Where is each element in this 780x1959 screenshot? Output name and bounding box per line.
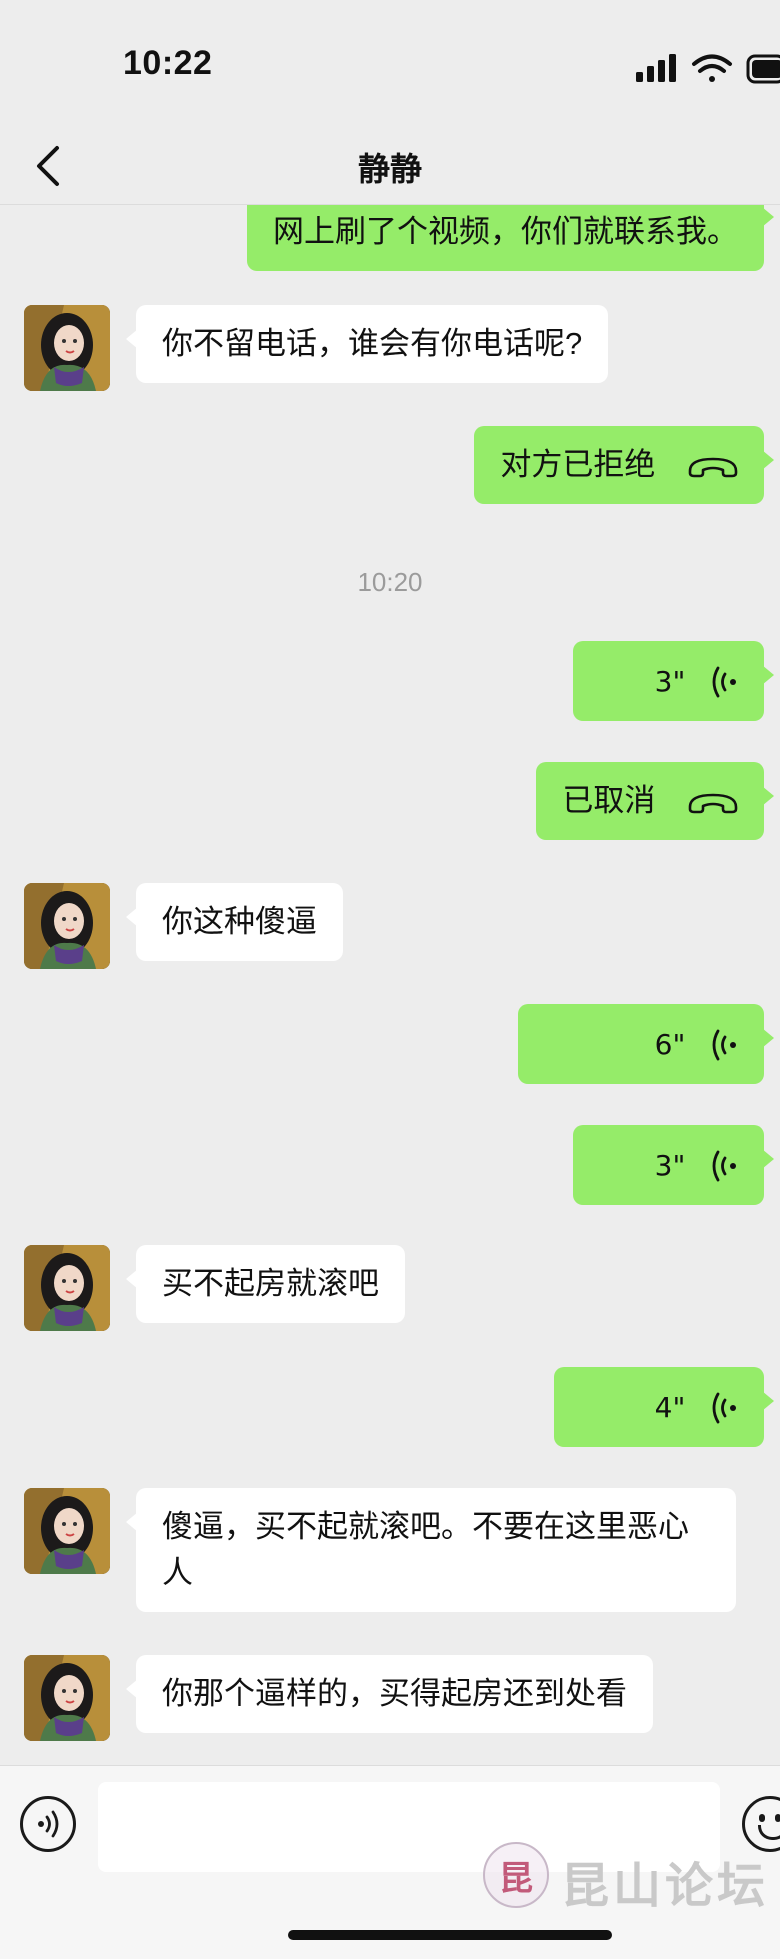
voice-wave-icon [712,1150,736,1182]
avatar-image [24,1655,110,1741]
avatar[interactable] [24,883,110,969]
emoji-mouth [758,1825,780,1840]
phone-hangup-icon [688,457,738,478]
avatar-image [24,883,110,969]
voice-wave-icon [712,666,736,698]
avatar[interactable] [24,1488,110,1574]
voice-duration: 3" [654,1148,686,1182]
call-record-rejected[interactable]: 对方已拒绝 [474,426,774,504]
chat-header: 静静 [0,130,780,205]
emoji-eye [775,1814,780,1822]
emoji-smile-icon [759,1814,765,1822]
battery-icon [746,54,780,84]
avatar-image [24,305,110,391]
message-bubble-received[interactable]: 傻逼，买不起就滚吧。不要在这里恶心人 [126,1488,736,1612]
voice-duration: 4" [654,1390,686,1424]
voice-input-button[interactable] [20,1796,76,1852]
voice-input-icon [38,1810,59,1838]
message-bubble-received[interactable]: 你这种傻逼 [126,883,343,961]
status-icons [636,54,780,84]
call-status-text: 已取消 [562,783,656,818]
status-time: 10:22 [123,44,213,82]
voice-wave-icon [712,1029,736,1061]
chat-area[interactable]: 网上刷了个视频，你们就联系我。 你不留电话，谁会有你电话呢? 对方已拒绝 10:… [0,205,780,1765]
watermark: 昆 昆山论坛 [483,1840,765,1914]
message-bubble-received[interactable]: 买不起房就滚吧 [126,1245,405,1323]
message-text: 傻逼，买不起就滚吧。不要在这里恶心人 [162,1509,689,1590]
voice-wave-icon [712,1392,736,1424]
avatar[interactable] [24,305,110,391]
call-record-cancelled[interactable]: 已取消 [536,762,774,840]
message-bubble-sent[interactable]: 网上刷了个视频，你们就联系我。 [247,205,774,271]
avatar-image [24,1245,110,1331]
message-text: 你不留电话，谁会有你电话呢? [162,326,583,361]
voice-message[interactable]: 6" [518,1004,774,1084]
avatar[interactable] [24,1655,110,1741]
message-bubble-received[interactable]: 你不留电话，谁会有你电话呢? [125,305,609,383]
voice-message[interactable]: 3" [573,641,774,721]
phone-hangup-icon [688,793,738,814]
home-indicator[interactable] [288,1930,612,1940]
message-text: 网上刷了个视频，你们就联系我。 [273,214,738,249]
cellular-signal-icon [636,54,676,82]
watermark-seal: 昆 [483,1842,549,1908]
voice-message[interactable]: 3" [573,1125,774,1205]
message-text: 你那个逼样的，买得起房还到处看 [162,1676,627,1711]
status-bar: 10:22 [0,0,780,130]
message-text: 你这种傻逼 [162,904,317,939]
voice-message[interactable]: 4" [554,1367,774,1447]
message-timestamp: 10:20 [357,567,423,597]
message-bubble-received[interactable]: 你那个逼样的，买得起房还到处看 [126,1655,653,1733]
voice-duration: 3" [654,664,686,698]
call-status-text: 对方已拒绝 [500,447,656,482]
watermark-text: 昆山论坛 [561,1858,770,1914]
avatar-image [24,1488,110,1574]
voice-duration: 6" [654,1027,686,1061]
contact-name: 静静 [357,151,422,187]
message-text: 买不起房就滚吧 [162,1266,379,1301]
wifi-icon [692,54,732,82]
avatar[interactable] [24,1245,110,1331]
